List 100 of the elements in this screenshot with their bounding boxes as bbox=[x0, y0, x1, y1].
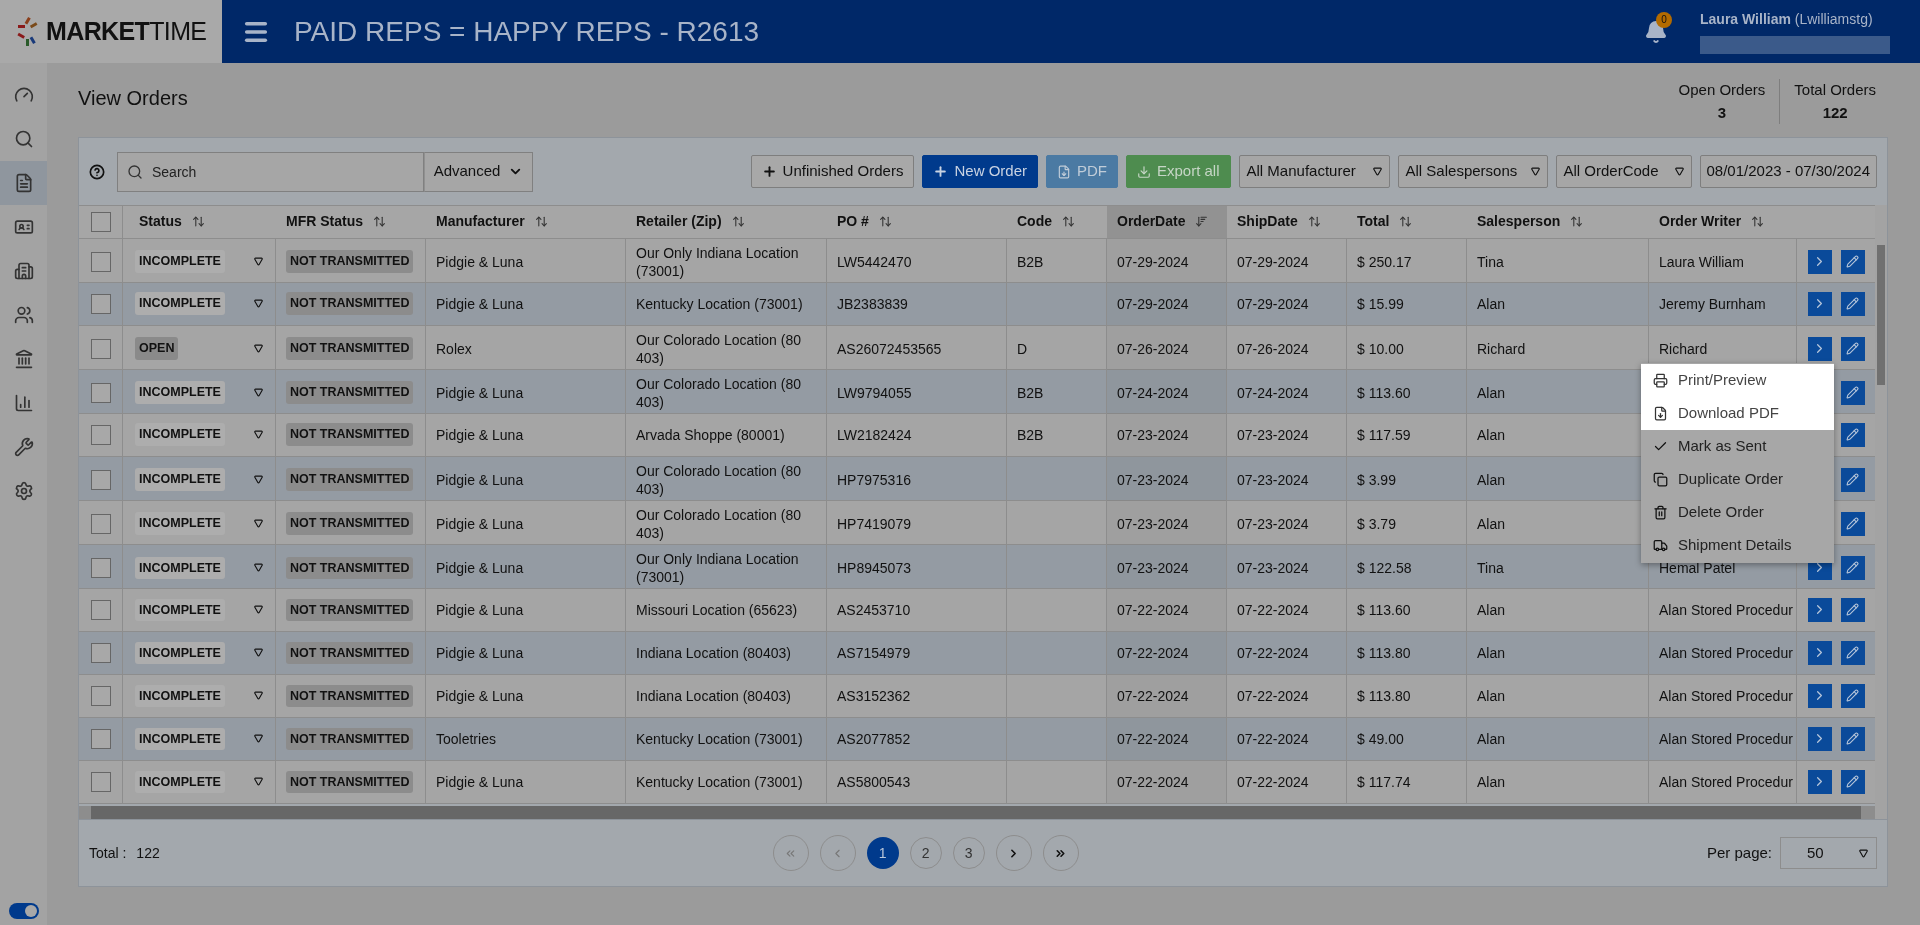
edit-button[interactable] bbox=[1840, 640, 1865, 665]
advanced-dropdown[interactable]: Advanced bbox=[424, 151, 533, 192]
toggle-switch[interactable] bbox=[8, 903, 39, 919]
mfr-status-badge: NOT TRANSMITTED bbox=[286, 292, 414, 316]
view-button[interactable] bbox=[1807, 336, 1832, 361]
menu-item[interactable]: Mark as Sent bbox=[1641, 430, 1834, 463]
edit-button[interactable] bbox=[1840, 726, 1865, 751]
view-button[interactable] bbox=[1807, 597, 1832, 622]
filter-dropdown[interactable]: All Manufacturer bbox=[1238, 155, 1390, 188]
column-header[interactable]: Status bbox=[123, 206, 276, 238]
table-cell: HP7975316 bbox=[837, 470, 911, 489]
new-order-button[interactable]: New Order bbox=[922, 155, 1038, 188]
row-checkbox[interactable] bbox=[90, 251, 111, 272]
row-checkbox[interactable] bbox=[90, 513, 111, 534]
view-button[interactable] bbox=[1807, 683, 1832, 708]
menu-item[interactable]: Download PDF bbox=[1641, 397, 1834, 430]
table-cell: 07-23-2024 bbox=[1117, 470, 1189, 489]
row-checkbox[interactable] bbox=[90, 382, 111, 403]
row-checkbox[interactable] bbox=[90, 685, 111, 706]
search-field[interactable]: Search bbox=[117, 151, 424, 192]
table-cell: Jeremy Burnham bbox=[1659, 294, 1766, 313]
table-cell: 07-26-2024 bbox=[1237, 339, 1309, 358]
table-cell: 07-23-2024 bbox=[1237, 514, 1309, 533]
table-cell: Tina bbox=[1477, 558, 1504, 577]
column-header[interactable]: Retailer (Zip) bbox=[626, 206, 827, 238]
table-cell: Alan bbox=[1477, 600, 1506, 619]
edit-button[interactable] bbox=[1840, 467, 1865, 492]
pencil-icon bbox=[1846, 473, 1859, 487]
pencil-icon bbox=[1846, 603, 1859, 617]
view-button[interactable] bbox=[1807, 291, 1832, 316]
bank-icon bbox=[13, 349, 34, 369]
column-header[interactable]: Total bbox=[1347, 206, 1467, 238]
edit-button[interactable] bbox=[1840, 249, 1865, 274]
status-badge: INCOMPLETE bbox=[135, 468, 225, 492]
table-cell: 07-24-2024 bbox=[1117, 383, 1189, 402]
row-checkbox[interactable] bbox=[90, 728, 111, 749]
table-cell: Alan bbox=[1477, 425, 1506, 444]
column-header[interactable]: PO # bbox=[827, 206, 1007, 238]
table-cell-text: Our Colorado Location (80 403) bbox=[636, 330, 802, 367]
view-button[interactable] bbox=[1807, 249, 1832, 274]
row-checkbox[interactable] bbox=[90, 771, 111, 792]
edit-button[interactable] bbox=[1840, 511, 1865, 536]
id-card-icon bbox=[13, 217, 34, 237]
pdf-file-icon bbox=[1653, 406, 1668, 421]
edit-button[interactable] bbox=[1840, 380, 1865, 405]
view-button[interactable] bbox=[1807, 640, 1832, 665]
page-title: View Orders bbox=[78, 86, 188, 111]
plus-icon bbox=[761, 164, 777, 179]
edit-button[interactable] bbox=[1840, 336, 1865, 361]
edit-button[interactable] bbox=[1840, 597, 1865, 622]
vertical-scrollbar[interactable] bbox=[1875, 205, 1887, 819]
edit-button[interactable] bbox=[1840, 291, 1865, 316]
table-cell: Pidgie & Luna bbox=[436, 643, 524, 662]
filter-dropdown[interactable]: All Salespersons bbox=[1397, 155, 1548, 188]
column-header[interactable]: Order Writer bbox=[1649, 206, 1797, 238]
column-header[interactable]: Code bbox=[1007, 206, 1107, 238]
table-cell: 07-22-2024 bbox=[1117, 643, 1189, 662]
row-checkbox[interactable] bbox=[90, 293, 111, 314]
row-checkbox[interactable] bbox=[90, 424, 111, 445]
help-icon[interactable] bbox=[89, 163, 105, 180]
caret-icon bbox=[1530, 167, 1540, 176]
row-checkbox[interactable] bbox=[90, 599, 111, 620]
table-cell: 07-23-2024 bbox=[1237, 558, 1309, 577]
table-cell: Arvada Shoppe (80001) bbox=[636, 425, 785, 444]
table-cell: Alan Stored Procedur bbox=[1659, 686, 1793, 705]
column-header[interactable]: Salesperson bbox=[1467, 206, 1649, 238]
column-header[interactable]: OrderDate bbox=[1107, 206, 1227, 238]
page-button[interactable]: 1 bbox=[866, 837, 899, 869]
sidebar-item[interactable] bbox=[0, 161, 47, 205]
menu-item[interactable]: Delete Order bbox=[1641, 496, 1834, 529]
view-button[interactable] bbox=[1807, 769, 1832, 794]
edit-button[interactable] bbox=[1840, 769, 1865, 794]
table-cell: AS2453710 bbox=[837, 600, 911, 619]
menu-item[interactable]: Duplicate Order bbox=[1641, 463, 1834, 496]
table-cell: $ 250.17 bbox=[1357, 252, 1412, 271]
row-checkbox[interactable] bbox=[90, 338, 111, 359]
user-name[interactable]: Laura William (Lwilliamstg) bbox=[1700, 9, 1890, 30]
column-header[interactable]: ShipDate bbox=[1227, 206, 1347, 238]
edit-button[interactable] bbox=[1840, 555, 1865, 580]
horizontal-scrollbar[interactable] bbox=[79, 805, 1875, 819]
view-button[interactable] bbox=[1807, 726, 1832, 751]
filter-dropdown[interactable]: All OrderCode bbox=[1555, 155, 1692, 188]
menu-item[interactable]: Print/Preview bbox=[1641, 364, 1834, 397]
row-checkbox[interactable] bbox=[90, 469, 111, 490]
edit-button[interactable] bbox=[1840, 422, 1865, 447]
per-page-dropdown[interactable]: 50 bbox=[1780, 837, 1877, 869]
column-header[interactable]: MFR Status bbox=[276, 206, 426, 238]
row-checkbox[interactable] bbox=[90, 557, 111, 578]
date-range-field[interactable]: 08/01/2023 - 07/30/2024 bbox=[1699, 155, 1877, 188]
sort-descending-icon bbox=[1195, 215, 1209, 229]
table-cell: Pidgie & Luna bbox=[436, 294, 524, 313]
pencil-icon bbox=[1846, 561, 1859, 575]
row-checkbox[interactable] bbox=[90, 642, 111, 663]
status-badge: INCOMPLETE bbox=[135, 684, 225, 708]
select-all-checkbox[interactable] bbox=[90, 211, 111, 232]
edit-button[interactable] bbox=[1840, 683, 1865, 708]
table-cell: B2B bbox=[1017, 425, 1044, 444]
column-header[interactable]: Manufacturer bbox=[426, 206, 626, 238]
unfinished-orders-button[interactable]: Unfinished Orders bbox=[750, 155, 915, 188]
pencil-icon bbox=[1846, 646, 1859, 660]
